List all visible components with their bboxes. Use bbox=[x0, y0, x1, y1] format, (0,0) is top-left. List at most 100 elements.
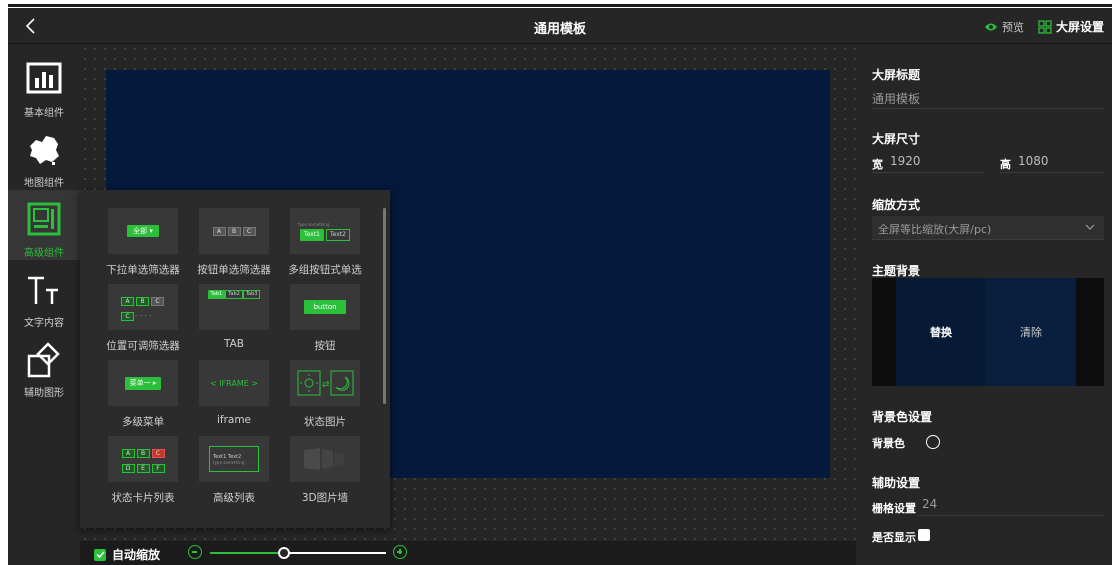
thumb-cell: B bbox=[136, 449, 150, 458]
sidebar-item-label: 地图组件 bbox=[24, 178, 64, 189]
card-thumbnail: ⇄ bbox=[290, 360, 360, 406]
grid-setting-input[interactable]: 24 bbox=[922, 497, 937, 511]
component-card-multilevel-menu[interactable]: 菜单一 ▸ 多级菜单 bbox=[100, 360, 186, 429]
component-card-position-filter[interactable]: ABC C- - - - 位置可调筛选器 bbox=[100, 284, 186, 353]
sidebar-item-advanced[interactable]: 高级组件 bbox=[8, 190, 80, 260]
auto-zoom-checkbox[interactable] bbox=[94, 548, 106, 561]
auto-zoom-label: 自动缩放 bbox=[112, 548, 161, 562]
width-input[interactable]: 1920 bbox=[890, 154, 921, 168]
thumb-dropdown: 全部 ▾ bbox=[127, 225, 159, 237]
screen-settings-label: 大屏设置 bbox=[1056, 20, 1105, 34]
sidebar-item-map[interactable]: 地图组件 bbox=[8, 120, 80, 190]
thumb-hint: type something . . . bbox=[298, 221, 338, 227]
thumb-cell: D bbox=[121, 464, 135, 473]
thumb-cell: F bbox=[151, 464, 165, 473]
card-thumbnail: type something . . . Text1 Text2 bbox=[290, 208, 360, 254]
component-card-button-filter[interactable]: A B C 按钮单选筛选器 bbox=[191, 208, 277, 277]
thumb-text: 菜单一 bbox=[129, 378, 151, 387]
thumb-option: A bbox=[212, 226, 226, 236]
component-card-state-image[interactable]: ⇄ 状态图片 bbox=[282, 360, 368, 429]
screen-title-input[interactable]: 通用模板 bbox=[872, 90, 920, 107]
sidebar-item-label: 高级组件 bbox=[24, 248, 64, 259]
sidebar-item-label: 文字内容 bbox=[24, 318, 64, 329]
preview-button[interactable]: 预览 bbox=[984, 19, 1024, 35]
card-thumbnail: button bbox=[290, 284, 360, 330]
china-map-icon bbox=[30, 136, 59, 165]
width-label: 宽 bbox=[872, 158, 883, 171]
grid-setting-underline bbox=[918, 515, 1104, 516]
screen-title-underline bbox=[872, 108, 1104, 109]
height-label: 高 bbox=[1000, 158, 1011, 171]
component-card-state-card-list[interactable]: ABC DEF 状态卡片列表 bbox=[100, 436, 186, 505]
scale-mode-heading: 缩放方式 bbox=[872, 198, 921, 212]
bg-color-picker[interactable] bbox=[926, 435, 940, 449]
zoom-bar: 自动缩放 bbox=[80, 541, 856, 565]
advanced-components-popup: 全部 ▾ 下拉单选筛选器 A B C 按钮单选筛选器 type somethin… bbox=[80, 190, 390, 528]
top-border-line bbox=[8, 4, 1112, 7]
app-window: 通用模板 预览 大屏设置 基本组件 地图组件 高级组件 文字内容 辅助图形 全部… bbox=[8, 8, 1112, 565]
card-thumbnail bbox=[290, 436, 360, 482]
card-caption: 多级菜单 bbox=[122, 416, 164, 428]
popup-scrollbar[interactable] bbox=[383, 208, 386, 404]
replace-background-button[interactable]: 替换 bbox=[896, 278, 986, 386]
grid-setting-label: 栅格设置 bbox=[872, 502, 916, 515]
height-underline bbox=[1000, 172, 1104, 173]
show-grid-label: 是否显示 bbox=[872, 531, 916, 544]
card-caption: 按钮 bbox=[314, 340, 336, 352]
card-caption: iframe bbox=[216, 414, 252, 426]
zoom-out-button[interactable] bbox=[188, 545, 202, 559]
width-underline bbox=[872, 172, 984, 173]
thumb-option: B bbox=[136, 297, 149, 306]
zoom-in-button[interactable] bbox=[393, 545, 407, 559]
thumb-cell: A bbox=[121, 449, 135, 458]
card-caption: 按钮单选筛选器 bbox=[197, 264, 271, 276]
card-thumbnail: ABC C- - - - bbox=[108, 284, 178, 330]
zoom-slider[interactable] bbox=[210, 547, 386, 559]
card-thumbnail: Text1 Text2 type something . . . bbox=[199, 436, 269, 482]
card-thumbnail: Tab1 Tab2 Tab3 bbox=[199, 284, 269, 330]
component-card-dropdown-filter[interactable]: 全部 ▾ 下拉单选筛选器 bbox=[100, 208, 186, 277]
component-card-advanced-list[interactable]: Text1 Text2 type something . . . 高级列表 bbox=[191, 436, 277, 505]
check-icon bbox=[95, 551, 105, 559]
scale-mode-value: 全屏等比缩放(大屏/pc) bbox=[878, 223, 992, 236]
thumb-row: ABC bbox=[121, 444, 166, 459]
clear-background-button[interactable]: 清除 bbox=[986, 278, 1076, 386]
sidebar-item-shapes[interactable]: 辅助图形 bbox=[8, 330, 80, 400]
component-card-tab[interactable]: Tab1 Tab2 Tab3 TAB bbox=[191, 284, 277, 350]
card-caption: 状态卡片列表 bbox=[111, 492, 175, 504]
height-input[interactable]: 1080 bbox=[1018, 154, 1049, 168]
component-card-3d-image-wall[interactable]: 3D图片墙 bbox=[282, 436, 368, 505]
thumb-hint: type something . . . bbox=[213, 459, 253, 465]
thumb-tab: Tab3 bbox=[242, 290, 261, 299]
thumb-cell: C bbox=[151, 449, 165, 458]
component-card-multi-button[interactable]: type something . . . Text1 Text2 多组按钮式单选 bbox=[282, 208, 368, 277]
card-thumbnail: A B C bbox=[199, 208, 269, 254]
screen-size-heading: 大屏尺寸 bbox=[872, 132, 921, 146]
theme-background-preview: 替换 清除 bbox=[872, 278, 1104, 386]
sidebar-item-text[interactable]: 文字内容 bbox=[8, 260, 80, 330]
zoom-slider-handle[interactable] bbox=[277, 547, 290, 559]
chevron-down-icon bbox=[1085, 224, 1095, 230]
image-wall-icon bbox=[304, 448, 344, 470]
auto-zoom-toggle[interactable]: 自动缩放 bbox=[94, 546, 160, 563]
bg-color-heading: 背景色设置 bbox=[872, 410, 933, 424]
thumb-option: C bbox=[121, 312, 134, 321]
bg-color-label: 背景色 bbox=[872, 437, 905, 450]
card-caption: 状态图片 bbox=[304, 416, 346, 428]
scale-mode-select[interactable]: 全屏等比缩放(大屏/pc) bbox=[872, 216, 1104, 240]
thumb-buttons: Text1 Text2 bbox=[300, 228, 350, 241]
component-sidebar: 基本组件 地图组件 高级组件 文字内容 辅助图形 bbox=[8, 44, 80, 565]
sidebar-item-basic[interactable]: 基本组件 bbox=[8, 50, 80, 120]
thumb-row: ABC bbox=[120, 292, 165, 307]
aux-settings-heading: 辅助设置 bbox=[872, 476, 921, 490]
card-caption: 多组按钮式单选 bbox=[288, 264, 362, 276]
thumb-menu: 菜单一 ▸ bbox=[124, 376, 162, 390]
card-thumbnail: 菜单一 ▸ bbox=[108, 360, 178, 406]
thumb-text1: Text1 bbox=[300, 228, 324, 241]
component-card-iframe[interactable]: < IFRAME > iframe bbox=[191, 360, 277, 426]
show-grid-checkbox[interactable] bbox=[918, 529, 930, 541]
component-card-button[interactable]: button 按钮 bbox=[282, 284, 368, 353]
screen-settings-button[interactable]: 大屏设置 bbox=[1038, 18, 1104, 35]
preview-label: 预览 bbox=[1002, 21, 1024, 34]
thumb-tab: Tab2 bbox=[225, 290, 243, 299]
